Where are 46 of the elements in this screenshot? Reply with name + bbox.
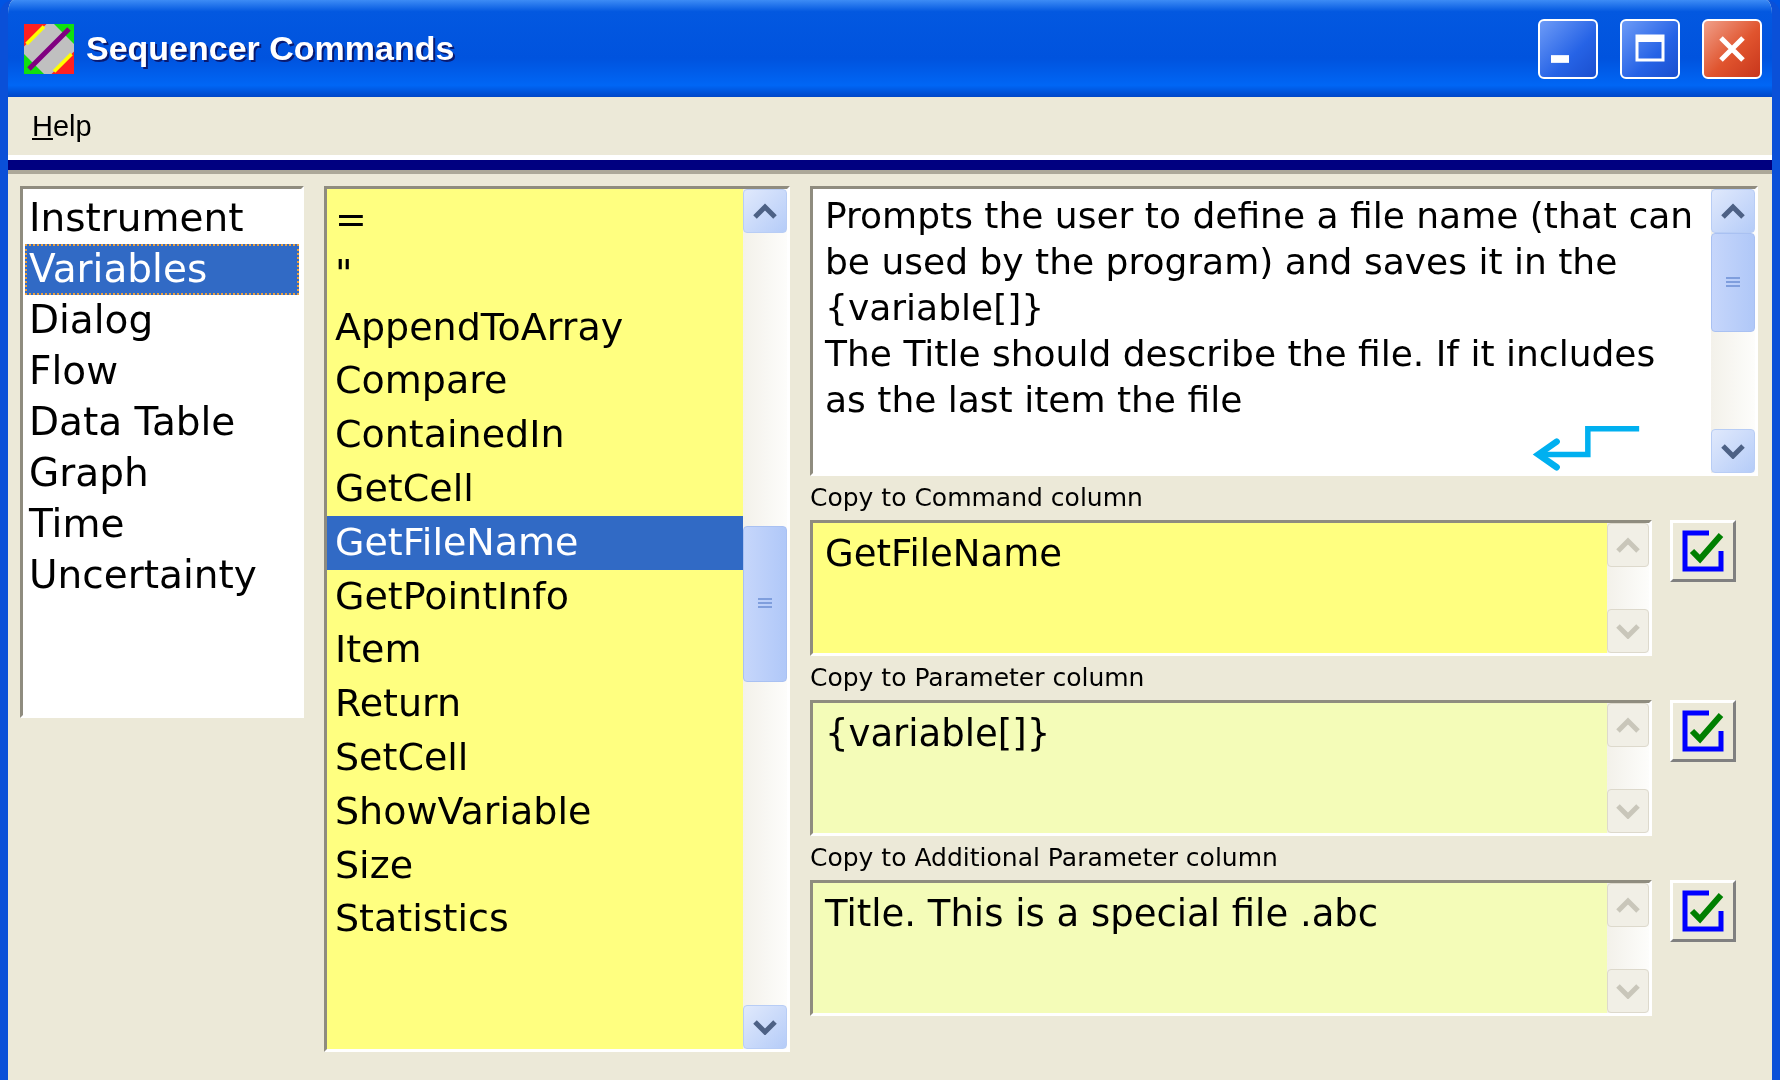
list-item[interactable]: Compare [327,354,743,409]
list-item[interactable]: Time [25,499,299,550]
scroll-down-button[interactable] [1711,429,1755,473]
scroll-up-button[interactable] [1711,189,1755,233]
list-item[interactable]: SetCell [327,730,743,785]
list-item[interactable]: Flow [25,346,299,397]
checkbox[interactable] [1670,520,1736,582]
list-item[interactable]: Dialog [25,295,299,346]
description-text: Prompts the user to define a file name (that can be used by the program) and saves it in the {variable[]} [825,194,1695,330]
scroll-thumb[interactable] [743,525,787,682]
scroll-up-button[interactable] [743,189,787,233]
list-item[interactable]: Instrument [25,193,299,244]
list-item[interactable]: GetPointInfo [327,569,743,624]
scrollbar[interactable] [1711,189,1755,473]
maximize-button[interactable] [1620,18,1680,79]
app-icon [24,23,74,74]
list-item[interactable]: Statistics [327,892,743,947]
field-label: Copy to Additional Parameter column [810,842,1279,874]
list-item[interactable]: Uncertainty [25,550,299,601]
field-label: Copy to Command column [810,482,1144,514]
description-text: The Title should describe the file. If it includes as the last item the file [825,332,1657,422]
minimize-icon [1551,54,1569,63]
window-title: Sequencer Commands [86,29,456,68]
list-item[interactable]: GetCell [327,462,743,516]
scroll-down-button[interactable] [743,1005,787,1049]
scrollbar[interactable] [743,189,787,1049]
list-item[interactable]: Item [327,623,743,678]
list-item[interactable]: Graph [25,448,299,499]
list-item[interactable]: Data Table [25,397,299,448]
minimize-button[interactable] [1538,18,1598,79]
list-item[interactable]: Variables [25,244,299,295]
list-item[interactable]: AppendToArray [327,300,743,355]
list-item[interactable]: Size [327,838,743,893]
list-item[interactable]: " [327,246,743,301]
bent-arrow-icon [1531,425,1641,471]
list-item[interactable]: Return [327,677,743,731]
list-item[interactable]: = [327,193,743,247]
checkbox[interactable] [1670,700,1736,762]
close-button[interactable] [1702,18,1762,79]
field-label: Copy to Parameter column [810,662,1146,694]
list-item[interactable]: GetFileName [327,515,743,570]
scroll-thumb[interactable] [1711,233,1755,332]
menu-item[interactable]: Help [24,109,100,143]
checkbox[interactable] [1670,880,1736,942]
list-item[interactable]: ContainedIn [327,408,743,462]
list-item[interactable]: ShowVariable [327,784,743,839]
